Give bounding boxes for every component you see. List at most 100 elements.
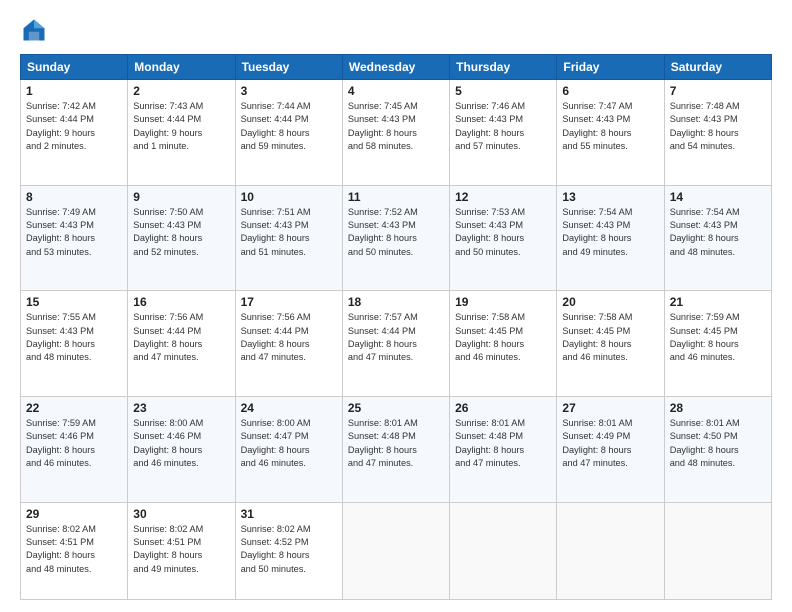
day-number: 5: [455, 84, 551, 98]
calendar-table: Sunday Monday Tuesday Wednesday Thursday…: [20, 54, 772, 600]
calendar-cell: 13 Sunrise: 7:54 AM Sunset: 4:43 PM Dayli…: [557, 185, 664, 291]
day-number: 7: [670, 84, 766, 98]
calendar-cell: 28 Sunrise: 8:01 AM Sunset: 4:50 PM Dayli…: [664, 396, 771, 502]
calendar-cell: 31 Sunrise: 8:02 AM Sunset: 4:52 PM Dayli…: [235, 502, 342, 599]
day-number: 22: [26, 401, 122, 415]
calendar-cell: 17 Sunrise: 7:56 AM Sunset: 4:44 PM Dayli…: [235, 291, 342, 397]
calendar-cell: [664, 502, 771, 599]
day-number: 14: [670, 190, 766, 204]
day-info: Sunrise: 8:02 AM Sunset: 4:51 PM Dayligh…: [26, 523, 122, 576]
day-number: 10: [241, 190, 337, 204]
day-info: Sunrise: 7:51 AM Sunset: 4:43 PM Dayligh…: [241, 206, 337, 259]
day-number: 25: [348, 401, 444, 415]
day-number: 28: [670, 401, 766, 415]
header-thursday: Thursday: [450, 55, 557, 80]
day-number: 17: [241, 295, 337, 309]
day-number: 30: [133, 507, 229, 521]
day-number: 31: [241, 507, 337, 521]
day-info: Sunrise: 7:54 AM Sunset: 4:43 PM Dayligh…: [562, 206, 658, 259]
day-info: Sunrise: 7:53 AM Sunset: 4:43 PM Dayligh…: [455, 206, 551, 259]
day-number: 15: [26, 295, 122, 309]
header-tuesday: Tuesday: [235, 55, 342, 80]
day-number: 4: [348, 84, 444, 98]
day-number: 1: [26, 84, 122, 98]
day-info: Sunrise: 7:49 AM Sunset: 4:43 PM Dayligh…: [26, 206, 122, 259]
day-number: 9: [133, 190, 229, 204]
day-info: Sunrise: 7:50 AM Sunset: 4:43 PM Dayligh…: [133, 206, 229, 259]
calendar-cell: [557, 502, 664, 599]
calendar-cell: 19 Sunrise: 7:58 AM Sunset: 4:45 PM Dayli…: [450, 291, 557, 397]
day-number: 29: [26, 507, 122, 521]
calendar-cell: 25 Sunrise: 8:01 AM Sunset: 4:48 PM Dayli…: [342, 396, 449, 502]
day-info: Sunrise: 8:01 AM Sunset: 4:49 PM Dayligh…: [562, 417, 658, 470]
calendar-cell: 15 Sunrise: 7:55 AM Sunset: 4:43 PM Dayli…: [21, 291, 128, 397]
day-number: 27: [562, 401, 658, 415]
calendar-cell: 22 Sunrise: 7:59 AM Sunset: 4:46 PM Dayli…: [21, 396, 128, 502]
day-number: 19: [455, 295, 551, 309]
calendar-cell: [342, 502, 449, 599]
header-sunday: Sunday: [21, 55, 128, 80]
page: Sunday Monday Tuesday Wednesday Thursday…: [0, 0, 792, 612]
calendar-cell: 14 Sunrise: 7:54 AM Sunset: 4:43 PM Dayli…: [664, 185, 771, 291]
calendar-cell: 16Sunrise: 7:56 AM Sunset: 4:44 PM Dayli…: [128, 291, 235, 397]
day-info: Sunrise: 7:54 AM Sunset: 4:43 PM Dayligh…: [670, 206, 766, 259]
calendar-cell: 27 Sunrise: 8:01 AM Sunset: 4:49 PM Dayli…: [557, 396, 664, 502]
day-info: Sunrise: 7:56 AM Sunset: 4:44 PM Dayligh…: [133, 311, 229, 364]
calendar-cell: 21Sunrise: 7:59 AM Sunset: 4:45 PM Dayli…: [664, 291, 771, 397]
calendar-cell: 24Sunrise: 8:00 AM Sunset: 4:47 PM Dayli…: [235, 396, 342, 502]
day-info: Sunrise: 7:48 AM Sunset: 4:43 PM Dayligh…: [670, 100, 766, 153]
day-info: Sunrise: 7:42 AM Sunset: 4:44 PM Dayligh…: [26, 100, 122, 153]
day-info: Sunrise: 8:00 AM Sunset: 4:46 PM Dayligh…: [133, 417, 229, 470]
calendar-cell: 4 Sunrise: 7:45 AM Sunset: 4:43 PM Daylig…: [342, 80, 449, 186]
day-info: Sunrise: 7:43 AM Sunset: 4:44 PM Dayligh…: [133, 100, 229, 153]
day-info: Sunrise: 7:52 AM Sunset: 4:43 PM Dayligh…: [348, 206, 444, 259]
day-number: 11: [348, 190, 444, 204]
day-number: 20: [562, 295, 658, 309]
calendar-cell: 12 Sunrise: 7:53 AM Sunset: 4:43 PM Dayli…: [450, 185, 557, 291]
day-info: Sunrise: 8:01 AM Sunset: 4:50 PM Dayligh…: [670, 417, 766, 470]
calendar-cell: [450, 502, 557, 599]
calendar-cell: 20 Sunrise: 7:58 AM Sunset: 4:45 PM Dayli…: [557, 291, 664, 397]
day-info: Sunrise: 7:44 AM Sunset: 4:44 PM Dayligh…: [241, 100, 337, 153]
day-info: Sunrise: 7:46 AM Sunset: 4:43 PM Dayligh…: [455, 100, 551, 153]
day-info: Sunrise: 8:01 AM Sunset: 4:48 PM Dayligh…: [348, 417, 444, 470]
day-number: 12: [455, 190, 551, 204]
day-number: 13: [562, 190, 658, 204]
calendar-cell: 26Sunrise: 8:01 AM Sunset: 4:48 PM Dayli…: [450, 396, 557, 502]
day-info: Sunrise: 8:02 AM Sunset: 4:52 PM Dayligh…: [241, 523, 337, 576]
calendar-cell: 8 Sunrise: 7:49 AM Sunset: 4:43 PM Daylig…: [21, 185, 128, 291]
day-number: 21: [670, 295, 766, 309]
calendar-cell: 11 Sunrise: 7:52 AM Sunset: 4:43 PM Dayli…: [342, 185, 449, 291]
day-info: Sunrise: 7:47 AM Sunset: 4:43 PM Dayligh…: [562, 100, 658, 153]
calendar-cell: 1 Sunrise: 7:42 AM Sunset: 4:44 PM Daylig…: [21, 80, 128, 186]
calendar-cell: 23 Sunrise: 8:00 AM Sunset: 4:46 PM Dayli…: [128, 396, 235, 502]
header-monday: Monday: [128, 55, 235, 80]
day-number: 24: [241, 401, 337, 415]
weekday-header-row: Sunday Monday Tuesday Wednesday Thursday…: [21, 55, 772, 80]
day-number: 8: [26, 190, 122, 204]
calendar-cell: 5 Sunrise: 7:46 AM Sunset: 4:43 PM Daylig…: [450, 80, 557, 186]
logo: [20, 16, 52, 44]
day-info: Sunrise: 7:58 AM Sunset: 4:45 PM Dayligh…: [455, 311, 551, 364]
day-number: 2: [133, 84, 229, 98]
calendar-cell: 7 Sunrise: 7:48 AM Sunset: 4:43 PM Daylig…: [664, 80, 771, 186]
calendar-cell: 18 Sunrise: 7:57 AM Sunset: 4:44 PM Dayli…: [342, 291, 449, 397]
calendar-cell: 3 Sunrise: 7:44 AM Sunset: 4:44 PM Daylig…: [235, 80, 342, 186]
day-number: 6: [562, 84, 658, 98]
day-info: Sunrise: 7:58 AM Sunset: 4:45 PM Dayligh…: [562, 311, 658, 364]
header-wednesday: Wednesday: [342, 55, 449, 80]
day-info: Sunrise: 7:56 AM Sunset: 4:44 PM Dayligh…: [241, 311, 337, 364]
calendar-cell: 2 Sunrise: 7:43 AM Sunset: 4:44 PM Daylig…: [128, 80, 235, 186]
day-number: 18: [348, 295, 444, 309]
calendar-cell: 9 Sunrise: 7:50 AM Sunset: 4:43 PM Daylig…: [128, 185, 235, 291]
day-info: Sunrise: 8:01 AM Sunset: 4:48 PM Dayligh…: [455, 417, 551, 470]
day-number: 23: [133, 401, 229, 415]
day-info: Sunrise: 7:57 AM Sunset: 4:44 PM Dayligh…: [348, 311, 444, 364]
calendar-cell: 30Sunrise: 8:02 AM Sunset: 4:51 PM Dayli…: [128, 502, 235, 599]
header-saturday: Saturday: [664, 55, 771, 80]
day-number: 3: [241, 84, 337, 98]
day-info: Sunrise: 7:59 AM Sunset: 4:46 PM Dayligh…: [26, 417, 122, 470]
header-friday: Friday: [557, 55, 664, 80]
day-info: Sunrise: 7:55 AM Sunset: 4:43 PM Dayligh…: [26, 311, 122, 364]
day-info: Sunrise: 7:45 AM Sunset: 4:43 PM Dayligh…: [348, 100, 444, 153]
